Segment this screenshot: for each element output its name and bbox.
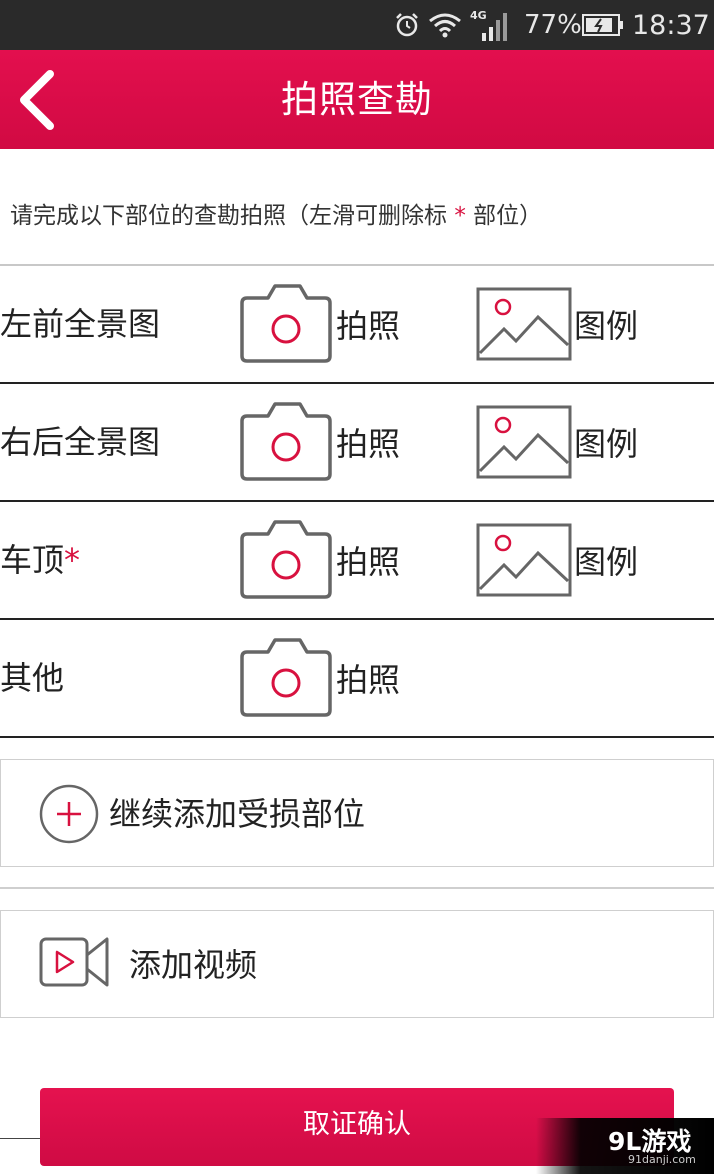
back-chevron-icon: [20, 70, 54, 130]
divider: [0, 1138, 40, 1139]
add-video-label: 添加视频: [129, 946, 258, 984]
image-example-icon: [476, 405, 572, 479]
network-type-label: 4G: [470, 9, 487, 22]
camera-icon: [240, 284, 332, 363]
camera-icon: [240, 638, 332, 717]
example-label: 图例: [574, 543, 639, 581]
example-label: 图例: [574, 307, 639, 345]
part-label: 其他: [0, 659, 65, 697]
image-example-icon: [476, 287, 572, 361]
signal-icon: 4G: [468, 0, 512, 50]
add-damaged-part-button[interactable]: 继续添加受损部位: [0, 759, 714, 867]
part-label: 右后全景图: [0, 423, 161, 461]
add-video-button[interactable]: 添加视频: [0, 910, 714, 1018]
example-image-button[interactable]: 图例: [476, 522, 638, 598]
instruction-text-after: 部位）: [465, 203, 543, 229]
take-photo-label: 拍照: [336, 543, 401, 581]
required-star-marker: *: [64, 541, 81, 579]
take-photo-label: 拍照: [336, 661, 401, 699]
take-photo-button[interactable]: 拍照: [238, 282, 400, 366]
required-star-marker: *: [454, 203, 466, 229]
watermark-url: 91danji.com: [628, 1153, 696, 1166]
add-damaged-part-label: 继续添加受损部位: [109, 795, 366, 833]
take-photo-label: 拍照: [336, 307, 401, 345]
example-label: 图例: [574, 425, 639, 463]
take-photo-label: 拍照: [336, 425, 401, 463]
instruction-text-before: 请完成以下部位的查勘拍照（左滑可删除标: [10, 203, 455, 229]
part-label: 左前全景图: [0, 305, 161, 343]
part-label: 车顶*: [0, 541, 81, 579]
back-button[interactable]: [14, 70, 62, 130]
camera-icon: [240, 520, 332, 599]
wifi-icon: [428, 0, 462, 50]
take-photo-button[interactable]: 拍照: [238, 400, 400, 484]
app-header: 拍照查勘: [0, 50, 714, 149]
plus-circle-icon: [39, 784, 99, 848]
take-photo-button[interactable]: 拍照: [238, 518, 400, 602]
alarm-icon: [394, 0, 422, 50]
video-camera-icon: [39, 935, 111, 993]
page-title: 拍照查勘: [281, 78, 433, 121]
status-bar: 4G 77% 18:37: [0, 0, 714, 50]
battery-percent: 77%: [524, 10, 582, 40]
battery-icon: [582, 0, 624, 50]
part-row-roof[interactable]: 车顶* 拍照 图例: [0, 502, 714, 620]
image-example-icon: [476, 523, 572, 597]
take-photo-button[interactable]: 拍照: [238, 636, 400, 720]
divider: [0, 887, 714, 889]
example-image-button[interactable]: 图例: [476, 404, 638, 480]
clock-time: 18:37: [632, 9, 710, 41]
part-row-left-front[interactable]: 左前全景图 拍照 图例: [0, 266, 714, 384]
part-row-other[interactable]: 其他 拍照: [0, 620, 714, 738]
example-image-button[interactable]: 图例: [476, 286, 638, 362]
camera-icon: [240, 402, 332, 481]
part-row-right-rear[interactable]: 右后全景图 拍照 图例: [0, 384, 714, 502]
instruction-text: 请完成以下部位的查勘拍照（左滑可删除标 * 部位）: [10, 196, 542, 230]
